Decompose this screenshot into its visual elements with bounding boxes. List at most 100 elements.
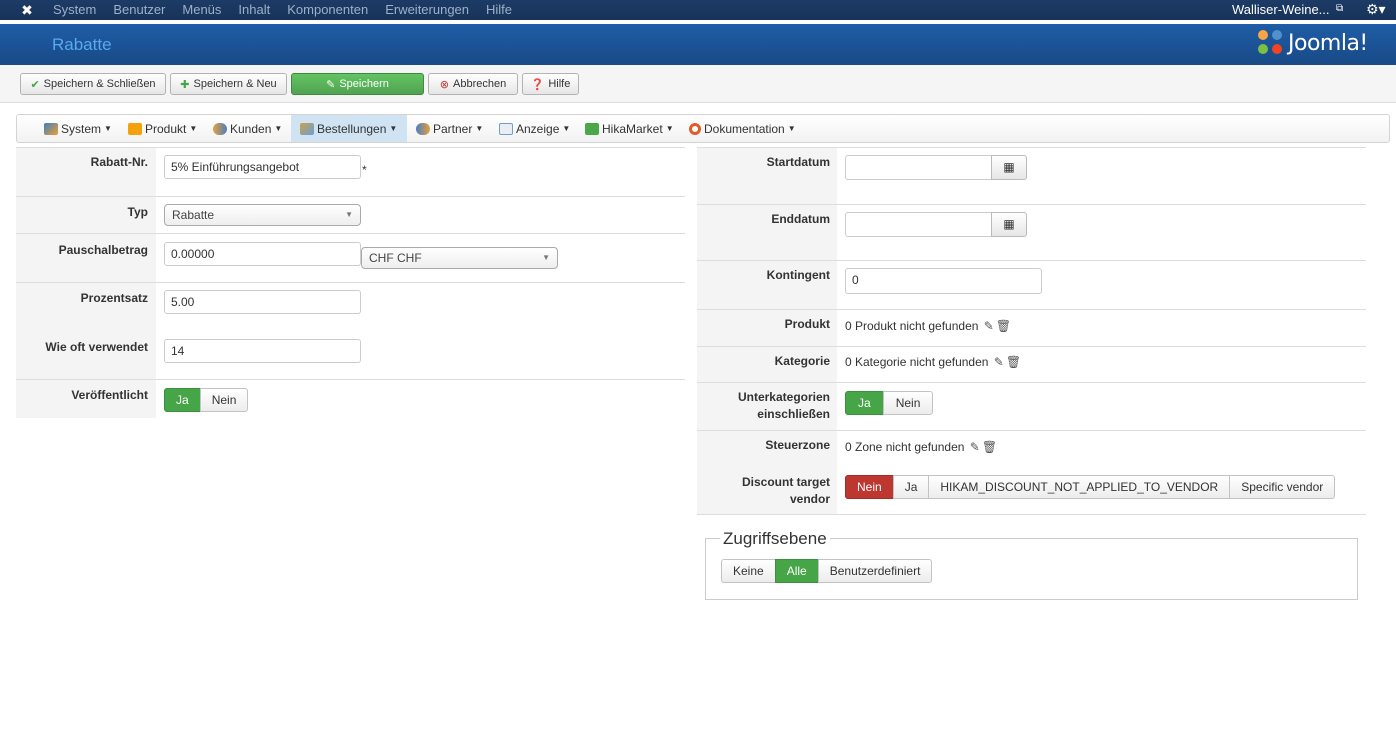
access-none-button[interactable]: Keine [721, 559, 776, 583]
category-label: Kategorie [774, 354, 830, 368]
trash-icon[interactable]: 🗑 [982, 439, 997, 455]
access-custom-button[interactable]: Benutzerdefiniert [817, 559, 933, 583]
pencil-icon[interactable]: ✎ [984, 318, 994, 334]
caret-icon: ▼ [189, 124, 198, 133]
save-new-button[interactable]: ✚ Speichern & Neu [170, 73, 287, 95]
hikamenu-system[interactable]: System ▼ [44, 115, 112, 142]
wrench-icon [44, 122, 58, 135]
hikamenu-customers[interactable]: Kunden ▼ [213, 115, 282, 142]
hikamenu-hikamarket[interactable]: HikaMarket ▼ [585, 115, 674, 142]
trash-icon[interactable]: 🗑 [1006, 354, 1021, 370]
joomla-icon[interactable]: ✖ [18, 2, 36, 18]
target-specific-vendor-button[interactable]: Specific vendor [1229, 475, 1336, 499]
menu-content[interactable]: Inhalt [238, 2, 270, 18]
menu-system[interactable]: System [53, 2, 96, 18]
divider [697, 382, 1366, 383]
save-button[interactable]: ✎ Speichern [291, 73, 424, 95]
category-value: 0 Kategorie nicht gefunden ✎ 🗑 [845, 354, 1022, 370]
divider [697, 204, 1366, 205]
start-date-input[interactable] [845, 155, 992, 180]
end-date-label: Enddatum [771, 212, 830, 226]
percent-label: Prozentsatz [80, 291, 148, 305]
page-title: Rabatte [52, 35, 112, 54]
help-button[interactable]: ❓ Hilfe [522, 73, 579, 95]
hikamenu-partner[interactable]: Partner ▼ [416, 115, 483, 142]
external-link-icon[interactable]: ⧉ [1336, 3, 1343, 14]
used-count-label: Wie oft verwendet [45, 340, 148, 354]
lifebuoy-icon [689, 122, 701, 135]
hikamarket-icon [585, 122, 599, 135]
caret-icon: ▼ [787, 124, 796, 133]
required-mark: * [362, 163, 367, 177]
code-input[interactable]: 5% Einführungsangebot [164, 155, 361, 179]
caret-icon: ▼ [104, 124, 112, 133]
currency-select[interactable]: CHF CHF ▼ [361, 247, 558, 269]
divider [697, 346, 1366, 347]
product-value: 0 Produkt nicht gefunden ✎ 🗑 [845, 318, 1012, 334]
published-yes-button[interactable]: Ja [164, 388, 201, 412]
menu-help[interactable]: Hilfe [486, 2, 512, 18]
box-icon [128, 122, 142, 135]
target-not-applied-button[interactable]: HIKAM_DISCOUNT_NOT_APPLIED_TO_VENDOR [928, 475, 1231, 499]
access-all-button[interactable]: Alle [774, 559, 819, 583]
calendar-icon[interactable]: ▦ [991, 155, 1027, 180]
divider [16, 196, 685, 197]
divider [697, 309, 1366, 310]
access-level-legend: Zugriffsebene [720, 529, 830, 549]
edit-icon: ✎ [326, 78, 336, 91]
divider [16, 282, 685, 283]
caret-icon: ▼ [562, 124, 571, 133]
caret-icon: ▼ [274, 124, 283, 133]
save-close-button[interactable]: ✔ Speichern & Schließen [20, 73, 166, 95]
gear-icon[interactable]: ⚙▾ [1366, 1, 1386, 17]
percent-input[interactable]: 5.00 [164, 290, 361, 314]
type-select[interactable]: Rabatte ▼ [164, 204, 361, 226]
divider [16, 147, 685, 148]
menu-menus[interactable]: Menüs [182, 2, 221, 18]
joomla-brand-text: Joomla! [1288, 30, 1368, 56]
pencil-icon[interactable]: ✎ [994, 354, 1004, 370]
quota-label: Kontingent [766, 268, 830, 282]
menu-extensions[interactable]: Erweiterungen [385, 2, 469, 18]
published-no-button[interactable]: Nein [199, 388, 249, 412]
calendar-icon[interactable]: ▦ [991, 212, 1027, 237]
divider [697, 514, 1366, 515]
divider [697, 260, 1366, 261]
divider [697, 430, 1366, 431]
page-header: Rabatte Joomla! [0, 24, 1396, 65]
menu-components[interactable]: Komponenten [287, 2, 368, 18]
hikamenu-docs[interactable]: Dokumentation ▼ [689, 115, 796, 142]
published-label: Veröffentlicht [71, 388, 148, 402]
trash-icon[interactable]: 🗑 [996, 318, 1011, 334]
check-icon: ✔ [30, 78, 40, 91]
flat-amount-input[interactable]: 0.00000 [164, 242, 361, 266]
pencil-icon[interactable]: ✎ [970, 439, 980, 455]
subcategories-toggle: Ja Nein [845, 391, 934, 415]
hikamenu-display[interactable]: Anzeige ▼ [499, 115, 570, 142]
dropdown-arrow-icon: ▼ [542, 253, 550, 262]
question-icon: ❓ [530, 78, 545, 91]
hikamenu-orders[interactable]: Bestellungen ▼ [291, 115, 407, 142]
type-label: Typ [127, 205, 148, 219]
menu-users[interactable]: Benutzer [113, 2, 165, 18]
admin-topbar: ✖ System Benutzer Menüs Inhalt Komponent… [0, 0, 1396, 20]
tax-zone-value: 0 Zone nicht gefunden ✎ 🗑 [845, 439, 998, 455]
tax-zone-label: Steuerzone [765, 438, 830, 452]
orders-icon [300, 122, 314, 135]
site-link[interactable]: Walliser-Weine... [1232, 2, 1330, 18]
hikamenu-product[interactable]: Produkt ▼ [128, 115, 197, 142]
admin-menu: System Benutzer Menüs Inhalt Komponenten… [53, 2, 529, 18]
subcategories-no-button[interactable]: Nein [882, 391, 934, 415]
subcategories-yes-button[interactable]: Ja [845, 391, 884, 415]
plus-icon: ✚ [180, 78, 190, 91]
discount-target-label: Discount target vendor [741, 475, 830, 506]
cancel-button[interactable]: ⊗ Abbrechen [428, 73, 518, 95]
access-level-toggle: Keine Alle Benutzerdefiniert [721, 559, 933, 583]
subcategories-label: Unterkategorien einschließen [737, 390, 830, 421]
quota-input[interactable]: 0 [845, 268, 1042, 294]
end-date-input[interactable] [845, 212, 992, 237]
target-no-button[interactable]: Nein [845, 475, 894, 499]
target-yes-button[interactable]: Ja [892, 475, 930, 499]
divider [16, 379, 685, 380]
used-count-input[interactable]: 14 [164, 339, 361, 363]
